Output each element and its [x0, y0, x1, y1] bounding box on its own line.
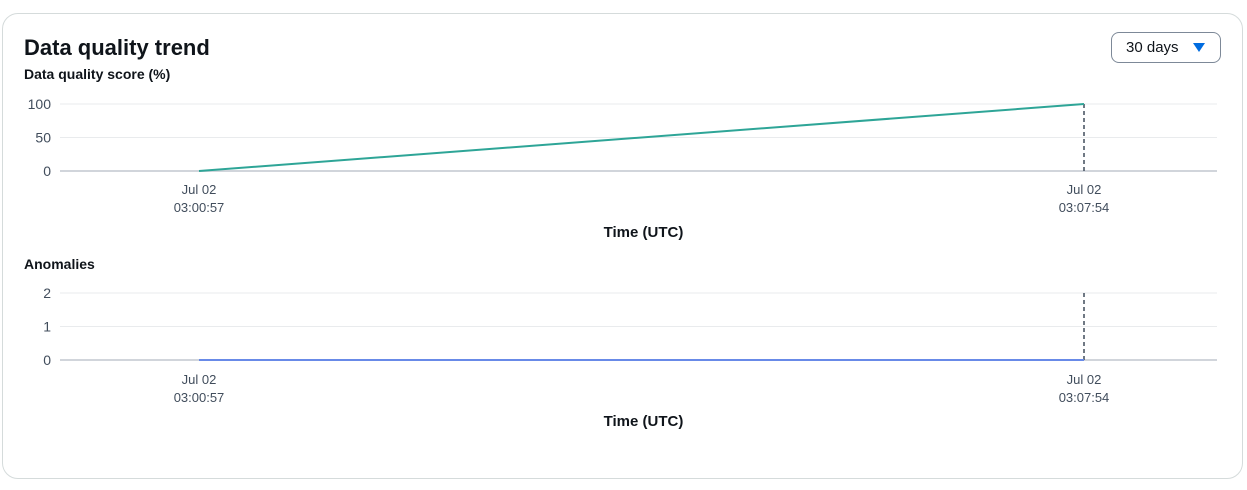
score-y-tick-label: 0	[43, 163, 51, 179]
charts-svg: 100 50 0 Jul 02 03:00:57 Jul 02 03:07:54 Time (…	[28, 96, 1217, 430]
anomaly-x-tick-label: Jul 02	[182, 372, 217, 387]
score-y-tick-label: 100	[28, 96, 52, 112]
score-x-tick-label: 03:00:57	[174, 200, 225, 215]
anomaly-y-tick-label: 1	[43, 319, 51, 335]
score-x-tick-label: 03:07:54	[1059, 200, 1110, 215]
anomaly-x-tick-label: Jul 02	[1067, 372, 1102, 387]
anomaly-x-tick-label: 03:00:57	[174, 390, 225, 405]
anomaly-x-axis-label: Time (UTC)	[604, 413, 684, 430]
anomaly-y-tick-label: 0	[43, 352, 51, 368]
score-y-tick-label: 50	[35, 130, 51, 146]
score-x-axis-label: Time (UTC)	[604, 224, 684, 241]
score-x-tick-label: Jul 02	[1067, 182, 1102, 197]
anomaly-y-tick-label: 2	[43, 285, 51, 301]
score-x-tick-label: Jul 02	[182, 182, 217, 197]
anomaly-x-tick-label: 03:07:54	[1059, 390, 1110, 405]
